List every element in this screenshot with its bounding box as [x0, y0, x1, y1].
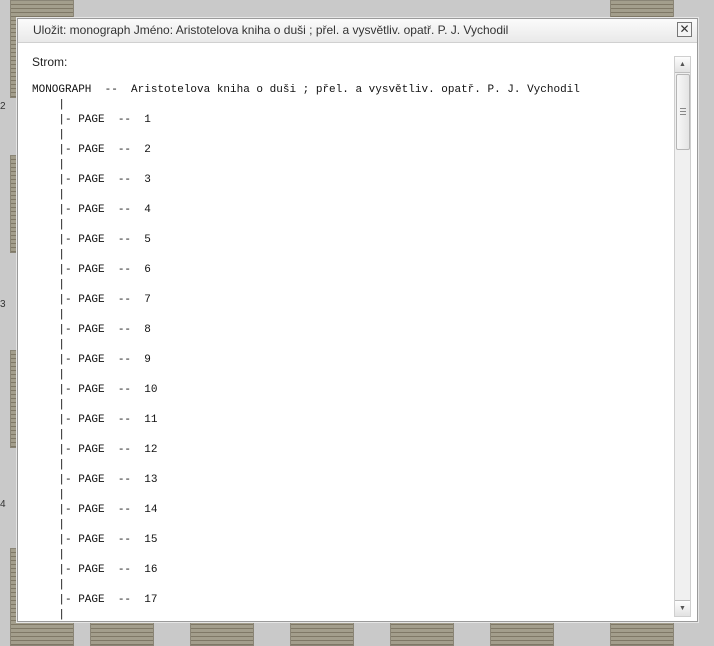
grip-icon — [680, 107, 686, 115]
tree-connector: | — [58, 459, 66, 471]
vertical-scrollbar[interactable]: ▲ ▼ — [674, 56, 691, 617]
tree-page-node[interactable]: |- PAGE -- 2 — [32, 144, 151, 156]
tree-connector: | — [58, 369, 66, 381]
page-number: 7 — [144, 294, 151, 306]
dialog-title: Uložit: monograph Jméno: Aristotelova kn… — [33, 23, 509, 37]
tree-page-node[interactable]: |- PAGE -- 14 — [32, 504, 157, 516]
tree-connector: | — [58, 219, 66, 231]
tree-page-node[interactable]: |- PAGE -- 13 — [32, 474, 157, 486]
page-number: 3 — [144, 174, 151, 186]
tree-connector: | — [32, 609, 66, 621]
tree-page-node[interactable]: |- PAGE -- 1 — [32, 114, 151, 126]
tree-page-node[interactable]: |- PAGE -- 6 — [32, 264, 151, 276]
tree-connector: | — [58, 339, 66, 351]
page-number: 8 — [144, 324, 151, 336]
tree-connector: | — [58, 429, 66, 441]
tree-page-node[interactable]: |- PAGE -- 11 — [32, 414, 157, 426]
tree-connector: | — [58, 489, 66, 501]
tree-page-node[interactable]: |- PAGE -- 3 — [32, 174, 151, 186]
tree-page-node[interactable]: |- PAGE -- 10 — [32, 384, 157, 396]
page-number: 12 — [144, 444, 158, 456]
page-number: 15 — [144, 534, 158, 546]
tree-page-node[interactable]: |- PAGE -- 12 — [32, 444, 157, 456]
page-number: 13 — [144, 474, 158, 486]
tree-page-node[interactable]: |- PAGE -- 17 — [32, 594, 157, 606]
page-number: 6 — [144, 264, 151, 276]
page-number: 14 — [144, 504, 158, 516]
tree-page-node[interactable]: |- PAGE -- 16 — [32, 564, 157, 576]
page-number: 16 — [144, 564, 158, 576]
tree-page-node[interactable]: |- PAGE -- 8 — [32, 324, 151, 336]
tree-connector: | — [58, 549, 66, 561]
tree-connector: | — [58, 279, 66, 291]
scroll-up-icon[interactable]: ▲ — [675, 57, 690, 73]
tree-root-line: MONOGRAPH -- Aristotelova kniha o duši ;… — [32, 84, 580, 96]
page-number: 17 — [144, 594, 158, 606]
tree-connector: | — [58, 189, 66, 201]
tree-label: Strom: — [32, 55, 68, 69]
page-number: 11 — [144, 414, 158, 426]
tree-connector: | — [58, 249, 66, 261]
tree-page-node[interactable]: |- PAGE -- 4 — [32, 204, 151, 216]
row-number: 2 — [0, 101, 6, 112]
page-number: 1 — [144, 114, 151, 126]
tree-page-node[interactable]: |- PAGE -- 15 — [32, 534, 157, 546]
tree-connector: | — [58, 309, 66, 321]
dialog-titlebar[interactable]: Uložit: monograph Jméno: Aristotelova kn… — [18, 19, 697, 43]
save-tree-dialog: Uložit: monograph Jméno: Aristotelova kn… — [17, 18, 698, 622]
scrollbar-thumb[interactable] — [676, 74, 690, 150]
scroll-down-icon[interactable]: ▼ — [675, 600, 690, 616]
page-number: 2 — [144, 144, 151, 156]
row-number: 4 — [0, 499, 6, 510]
row-number: 3 — [0, 299, 6, 310]
tree-connector: | — [58, 129, 66, 141]
tree-page-node[interactable]: |- PAGE -- 7 — [32, 294, 151, 306]
tree-connector: | — [58, 159, 66, 171]
close-icon[interactable]: ✕ — [677, 22, 692, 37]
page-number: 4 — [144, 204, 151, 216]
tree-page-node[interactable]: |- PAGE -- 9 — [32, 354, 151, 366]
tree-connector: | — [58, 579, 66, 591]
page-number: 9 — [144, 354, 151, 366]
tree-connector: | — [58, 519, 66, 531]
tree-view: MONOGRAPH -- Aristotelova kniha o duši ;… — [32, 83, 580, 621]
tree-page-node[interactable]: |- PAGE -- 5 — [32, 234, 151, 246]
dialog-content: Strom: MONOGRAPH -- Aristotelova kniha o… — [18, 43, 675, 621]
tree-connector: | — [58, 99, 66, 111]
tree-connector: | — [58, 399, 66, 411]
page-number: 5 — [144, 234, 151, 246]
page-number: 10 — [144, 384, 158, 396]
